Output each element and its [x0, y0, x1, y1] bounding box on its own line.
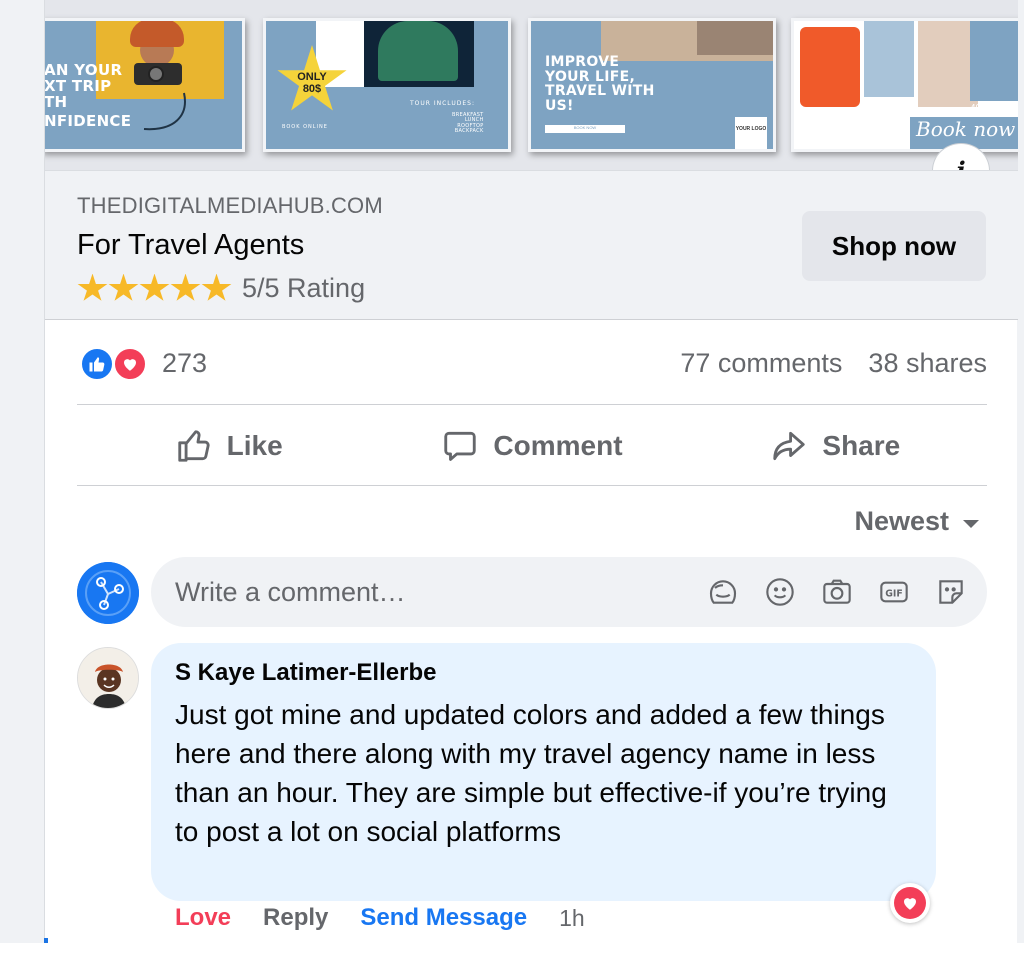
svg-text:GIF: GIF [885, 589, 903, 600]
comment-sort-dropdown[interactable]: Newest [854, 506, 979, 537]
page-bottom-edge [0, 943, 1024, 963]
ad-title[interactable]: For Travel Agents [77, 229, 304, 262]
rating-text: 5/5 Rating [242, 273, 366, 303]
composer-icons: GIF [705, 574, 969, 610]
emoji-icon[interactable] [762, 574, 798, 610]
scroll-indicator [44, 938, 48, 943]
slide-3-headline: IMPROVE YOUR LIFE, TRAVEL WITH US! [545, 54, 655, 115]
sticker-icon[interactable] [933, 574, 969, 610]
thumbs-up-icon [177, 429, 210, 462]
comment-text: Just got mine and updated colors and add… [175, 699, 887, 847]
shares-count[interactable]: 38 shares [868, 348, 987, 379]
book-online-label: BOOK ONLINE [282, 124, 328, 130]
slide-3-logo: YOUR LOGO [735, 117, 767, 149]
gif-icon[interactable]: GIF [876, 574, 912, 610]
post-stats: 273 77 comments 38 shares [77, 320, 987, 405]
comment-bubble-icon [444, 431, 477, 461]
comment-label: Comment [493, 429, 623, 461]
star-icon [108, 273, 139, 301]
decorative-curve [143, 92, 186, 131]
post-card: AN YOUR XT TRIP TH NFIDENCE ONLY 80$ TOU… [44, 0, 1018, 943]
tour-includes-list: BREAKFAST LUNCH ROOFTOP BACKPACK [452, 112, 484, 134]
comments-shares: 77 comments 38 shares [680, 348, 987, 379]
star-icon [139, 273, 170, 301]
carousel-slide-1[interactable]: AN YOUR XT TRIP TH NFIDENCE [45, 18, 245, 152]
comment-author[interactable]: S Kaye Latimer-Ellerbe [175, 659, 912, 687]
carousel-slide-3[interactable]: IMPROVE YOUR LIFE, TRAVEL WITH US! BOOK … [528, 18, 776, 152]
slide-3-book-button: BOOK NOW [545, 125, 625, 133]
ad-info-section[interactable]: THEDIGITALMEDIAHUB.COM For Travel Agents… [45, 170, 1018, 320]
send-message-button[interactable]: Send Message [360, 904, 527, 932]
rating-row: 5/5 Rating [77, 273, 365, 304]
post-actions: Like Comment Share [77, 406, 987, 486]
camera-icon[interactable] [819, 574, 855, 610]
reaction-icons[interactable] [79, 346, 153, 382]
commenter-avatar[interactable] [77, 647, 139, 709]
love-icon [894, 887, 926, 919]
comment-bubble: S Kaye Latimer-Ellerbe Just got mine and… [151, 643, 936, 901]
slide-1-headline: AN YOUR XT TRIP TH NFIDENCE [45, 61, 132, 131]
star-icon [201, 273, 232, 301]
comment-love-button[interactable]: Love [175, 904, 231, 932]
comment-actions: Love Reply Send Message 1h [175, 904, 585, 932]
carousel-slide-2[interactable]: ONLY 80$ TOUR INCLUDES: BREAKFAST LUNCH … [263, 18, 511, 152]
ad-domain: THEDIGITALMEDIAHUB.COM [77, 193, 383, 218]
caret-down-icon [963, 519, 979, 528]
comment-composer: GIF [151, 557, 987, 627]
discount-label: 40%OFF [970, 103, 1011, 114]
user-avatar[interactable] [77, 562, 139, 624]
ad-carousel[interactable]: AN YOUR XT TRIP TH NFIDENCE ONLY 80$ TOU… [45, 0, 1018, 170]
comment-timestamp[interactable]: 1h [559, 905, 585, 932]
carousel-slide-4[interactable]: 40%OFF Book now [791, 18, 1018, 152]
avatar-sticker-icon[interactable] [705, 574, 741, 610]
share-button[interactable]: Share [684, 406, 987, 485]
network-logo-icon [77, 562, 139, 624]
commenter-photo-icon [78, 648, 138, 708]
like-button[interactable]: Like [77, 406, 380, 485]
star-icon [77, 273, 108, 301]
tour-includes-label: TOUR INCLUDES: [410, 100, 475, 107]
love-icon [112, 346, 148, 382]
comment-reaction-badge[interactable] [890, 883, 930, 923]
like-icon [79, 346, 115, 382]
comment-button[interactable]: Comment [380, 406, 683, 485]
price-badge-text: ONLY 80$ [297, 71, 327, 96]
reaction-count[interactable]: 273 [162, 348, 207, 379]
share-label: Share [822, 429, 901, 461]
like-label: Like [226, 429, 283, 461]
sort-label: Newest [854, 506, 949, 536]
comment-input[interactable] [175, 557, 695, 627]
share-arrow-icon [773, 431, 806, 460]
star-icon [170, 273, 201, 301]
comments-count[interactable]: 77 comments [680, 348, 842, 379]
shop-now-button[interactable]: Shop now [802, 211, 986, 281]
comment-reply-button[interactable]: Reply [263, 904, 328, 932]
